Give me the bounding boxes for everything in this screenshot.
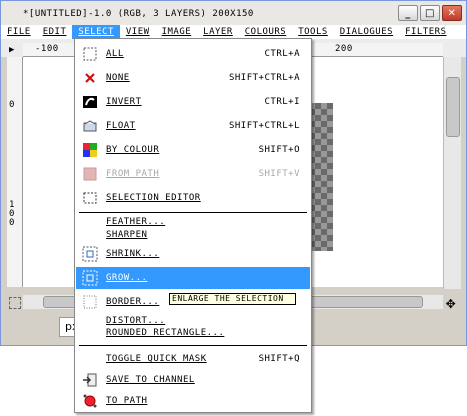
ruler-tick-label: -100 — [35, 44, 59, 54]
maximize-button[interactable]: □ — [420, 5, 440, 21]
menu-item-invert[interactable]: Invert Ctrl+I — [76, 91, 310, 113]
transparency-checkerboard — [309, 103, 333, 251]
menu-item-none[interactable]: None Shift+Ctrl+A — [76, 67, 310, 89]
menu-item-by-colour[interactable]: By Colour Shift+O — [76, 139, 310, 161]
select-menu: All Ctrl+A None Shift+Ctrl+A Invert Ctrl… — [74, 38, 312, 413]
menu-arrow-icon[interactable]: ▶ — [9, 45, 15, 55]
menu-view[interactable]: View — [120, 25, 156, 39]
menu-item-rounded-rectangle[interactable]: Rounded Rectangle... — [76, 327, 310, 340]
menu-separator — [79, 345, 307, 346]
menu-item-grow[interactable]: Grow... — [76, 267, 310, 289]
shrink-icon — [82, 246, 98, 262]
vertical-ruler: 0 1 0 0 — [7, 57, 23, 287]
window-controls: _ □ ✕ — [398, 5, 462, 21]
menu-select[interactable]: Select — [72, 25, 120, 39]
minimize-button[interactable]: _ — [398, 5, 418, 21]
ruler-tick-label: 200 — [335, 44, 353, 54]
menu-item-sharpen[interactable]: Sharpen — [76, 229, 310, 242]
menu-tools[interactable]: Tools — [292, 25, 334, 39]
menu-separator — [79, 212, 307, 213]
menu-item-save-to-channel[interactable]: Save to Channel — [76, 369, 310, 391]
border-icon — [83, 295, 97, 309]
menu-filters[interactable]: Filters — [399, 25, 452, 39]
menu-item-selection-editor[interactable]: Selection Editor — [76, 187, 310, 209]
select-all-icon — [83, 47, 97, 61]
by-colour-icon — [83, 143, 97, 157]
menu-item-toggle-quick-mask[interactable]: Toggle Quick Mask Shift+Q — [76, 348, 310, 370]
menu-item-float[interactable]: Float Shift+Ctrl+L — [76, 115, 310, 137]
menu-image[interactable]: Image — [156, 25, 198, 39]
menu-edit[interactable]: Edit — [37, 25, 73, 39]
vertical-scrollbar[interactable] — [443, 57, 461, 289]
grow-icon — [82, 270, 98, 286]
title-bar: *[Untitled]-1.0 (RGB, 3 layers) 200x150 … — [1, 1, 466, 25]
float-icon — [83, 120, 97, 132]
select-none-icon — [85, 73, 95, 83]
menu-item-to-path[interactable]: To Path — [76, 390, 310, 412]
from-path-icon — [83, 167, 97, 181]
menu-dialogues[interactable]: Dialogues — [334, 25, 399, 39]
to-path-icon — [83, 394, 97, 408]
menu-file[interactable]: File — [1, 25, 37, 39]
menu-item-shrink[interactable]: Shrink... — [76, 243, 310, 265]
close-button[interactable]: ✕ — [442, 5, 462, 21]
selection-editor-icon — [83, 192, 97, 204]
invert-icon — [83, 96, 97, 108]
ruler-tick-label: 0 — [9, 218, 15, 228]
tooltip: Enlarge the selection — [169, 293, 296, 305]
ruler-tick-label: 0 — [9, 100, 15, 110]
scrollbar-thumb[interactable] — [446, 77, 460, 137]
menu-item-feather[interactable]: Feather... — [76, 216, 310, 229]
menu-item-from-path[interactable]: From Path Shift+V — [76, 163, 310, 185]
menu-item-all[interactable]: All Ctrl+A — [76, 43, 310, 65]
menu-layer[interactable]: Layer — [197, 25, 239, 39]
menu-bar: File Edit Select View Image Layer Colour… — [1, 25, 466, 39]
navigate-icon[interactable]: ✥ — [441, 293, 461, 313]
menu-colours[interactable]: Colours — [239, 25, 292, 39]
window-title: *[Untitled]-1.0 (RGB, 3 layers) 200x150 — [23, 9, 254, 19]
save-to-channel-icon — [83, 373, 97, 387]
quick-mask-toggle[interactable] — [9, 297, 21, 309]
